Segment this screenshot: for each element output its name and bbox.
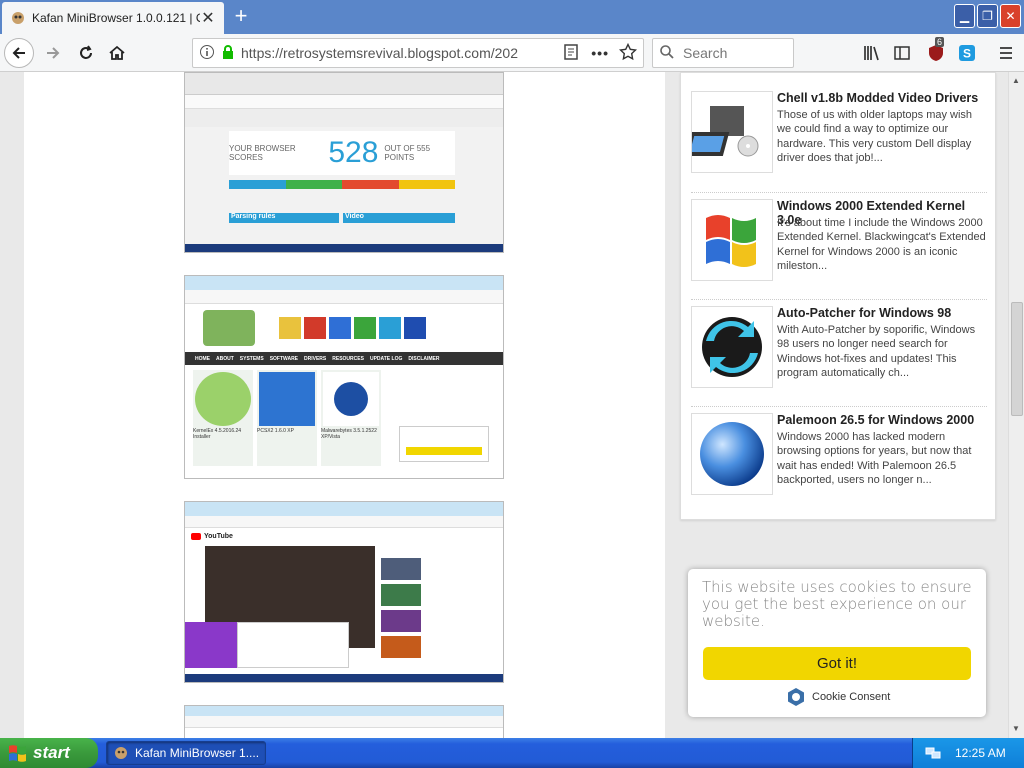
post-item[interactable]: Chell v1.8b Modded Video Drivers Those o… [684, 85, 989, 185]
popular-posts-sidebar: Chell v1.8b Modded Video Drivers Those o… [680, 72, 996, 520]
page-viewport: YOUR BROWSER SCORES 528 OUT OF 555 POINT… [0, 72, 1008, 738]
sidebar-toggle-icon[interactable] [891, 42, 913, 64]
cookie-consent-popup: This website uses cookies to ensure you … [688, 569, 986, 717]
retro-logo-image [203, 310, 255, 346]
main-content: YOUR BROWSER SCORES 528 OUT OF 555 POINT… [24, 72, 665, 738]
system-tray: 12:25 AM [912, 738, 1024, 768]
back-arrow-icon [12, 47, 25, 59]
card-malwarebytes: Malwarebytes 3.5.1.2522 XP/Vista [321, 428, 377, 440]
tab-strip: Kafan MiniBrowser 1.0.0.121 | Ope ✕ + ▁ … [0, 0, 1024, 34]
forward-button[interactable] [38, 38, 68, 68]
got-it-button[interactable]: Got it! [703, 647, 971, 680]
windows-flag-icon [9, 745, 26, 762]
scroll-down-icon[interactable]: ▼ [1012, 724, 1020, 733]
post-title[interactable]: Chell v1.8b Modded Video Drivers [777, 91, 989, 105]
post-item[interactable]: Windows 2000 Extended Kernel 3.0e It's a… [691, 192, 987, 292]
card-kernelex: KernelEx 4.5.2016.24 Installer [193, 428, 242, 440]
favicon-icon [10, 10, 26, 26]
addon-badge: 6 [935, 37, 945, 47]
skype-addon-icon[interactable]: S [956, 42, 978, 64]
forward-arrow-icon [47, 47, 60, 59]
post-description: It's about time I include the Windows 20… [777, 217, 986, 272]
post-item[interactable]: Palemoon 26.5 for Windows 2000 Windows 2… [691, 406, 987, 506]
reload-icon [80, 45, 92, 59]
cookie-brand-label: Cookie Consent [812, 691, 891, 703]
youtube-tv-promo [185, 622, 237, 668]
post-title[interactable]: Auto-Patcher for Windows 98 [777, 306, 989, 320]
taskbar-window-label: Kafan MiniBrowser 1.... [135, 746, 260, 760]
palemoon-thumbnail[interactable] [691, 413, 773, 495]
new-tab-button[interactable]: + [228, 5, 254, 29]
blog-nav-about: ABOUT [216, 355, 234, 362]
page-actions-icon[interactable]: ••• [591, 45, 609, 61]
windows-logo-thumbnail[interactable] [691, 199, 773, 281]
back-button[interactable] [4, 38, 34, 68]
blog-nav-software: SOFTWARE [269, 355, 299, 362]
start-label: start [33, 743, 70, 762]
network-icon[interactable] [925, 744, 941, 763]
taskbar: start Kafan MiniBrowser 1.... 12:25 AM [0, 738, 1024, 768]
close-window-button[interactable]: ✕ [1000, 4, 1021, 28]
url-text: https://retrosystemsrevival.blogspot.com… [241, 45, 519, 61]
url-bar[interactable]: https://retrosystemsrevival.blogspot.com… [192, 38, 644, 68]
start-button[interactable]: start [0, 738, 98, 768]
blog-nav-disclaimer: DISCLAIMER [408, 355, 440, 362]
lock-icon [221, 44, 235, 63]
search-placeholder: Search [683, 45, 728, 61]
youtube-screenshot[interactable]: YouTube [184, 501, 504, 683]
info-icon[interactable] [199, 44, 215, 63]
blog-screenshot[interactable]: HOME ABOUT SYSTEMS SOFTWARE DRIVERS RESO… [184, 275, 504, 479]
navigation-bar: https://retrosystemsrevival.blogspot.com… [0, 34, 1024, 72]
post-item[interactable]: Auto-Patcher for Windows 98 With Auto-Pa… [691, 299, 987, 399]
parsing-rules-header: Parsing rules [229, 213, 339, 223]
minibrowser-icon [115, 747, 127, 759]
minimize-button[interactable]: ▁ [954, 4, 975, 28]
library-icon[interactable] [860, 42, 882, 64]
card-pcsx2: PCSX2 1.6.0 XP [257, 428, 294, 434]
svg-text:S: S [963, 47, 971, 61]
scroll-up-icon[interactable]: ▲ [1012, 76, 1020, 85]
home-icon [109, 45, 125, 60]
search-icon [659, 44, 675, 63]
reload-button[interactable] [71, 38, 101, 68]
tab-title: Kafan MiniBrowser 1.0.0.121 | Ope [32, 11, 200, 25]
video-header: Video [343, 213, 455, 223]
blog-nav-systems: SYSTEMS [239, 355, 264, 362]
reader-view-icon[interactable] [563, 43, 579, 63]
close-tab-icon[interactable]: ✕ [200, 8, 216, 28]
scrollbar-thumb[interactable] [1011, 302, 1023, 416]
cookie-consent-brand[interactable]: Cookie Consent [786, 687, 890, 707]
blog-nav-resources: RESOURCES [332, 355, 364, 362]
partial-screenshot[interactable] [184, 705, 504, 738]
maximize-button[interactable]: ❐ [977, 4, 998, 28]
youtube-label: YouTube [204, 532, 233, 540]
cookie-consent-logo-icon [788, 688, 804, 706]
post-description: Those of us with older laptops may wish … [777, 109, 973, 164]
clock[interactable]: 12:25 AM [955, 746, 1006, 760]
auto-patcher-thumbnail[interactable] [691, 306, 773, 388]
ublock-addon-icon[interactable]: 6 [925, 37, 947, 64]
post-title[interactable]: Palemoon 26.5 for Windows 2000 [777, 413, 989, 427]
home-button[interactable] [102, 38, 132, 68]
taskbar-window-button[interactable]: Kafan MiniBrowser 1.... [106, 741, 266, 765]
blog-nav-update-log: UPDATE LOG [369, 355, 403, 362]
html5-test-screenshot[interactable]: YOUR BROWSER SCORES 528 OUT OF 555 POINT… [184, 72, 504, 253]
score-total: OUT OF 555 POINTS [384, 144, 431, 162]
search-bar[interactable]: Search [652, 38, 794, 68]
cookie-message: This website uses cookies to ensure you … [702, 578, 972, 630]
score-label: YOUR BROWSER SCORES [229, 144, 296, 162]
bookmark-star-icon[interactable] [618, 42, 638, 64]
laptop-drivers-thumbnail[interactable] [684, 91, 773, 173]
menu-hamburger-icon[interactable] [995, 42, 1017, 64]
blog-nav-drivers: DRIVERS [304, 355, 327, 362]
browser-tab[interactable]: Kafan MiniBrowser 1.0.0.121 | Ope ✕ [2, 2, 224, 34]
vertical-scrollbar[interactable]: ▲ ▼ [1008, 72, 1024, 738]
blog-nav-home: HOME [195, 355, 210, 362]
post-description: With Auto-Patcher by soporific, Windows … [777, 324, 976, 379]
score-value: 528 [328, 136, 379, 169]
post-description: Windows 2000 has lacked modern browsing … [777, 431, 972, 486]
